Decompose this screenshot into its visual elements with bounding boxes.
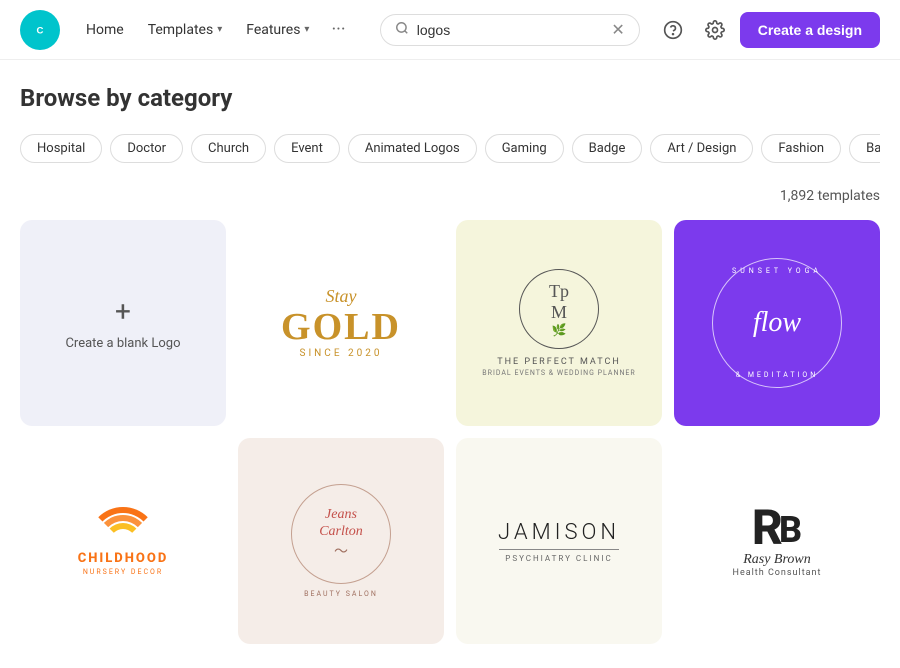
create-design-button[interactable]: Create a design [740, 12, 880, 48]
category-art-design[interactable]: Art / Design [650, 134, 753, 163]
canva-logo[interactable]: C [20, 10, 60, 50]
pm-circle: TpM 🌿 [519, 269, 599, 349]
rasy-title: Health Consultant [733, 568, 822, 578]
search-clear-button[interactable]: ✕ [611, 22, 624, 38]
pm-title: THE PERFECT MATCH [482, 357, 635, 367]
create-blank-card[interactable]: + Create a blank Logo [20, 220, 226, 426]
nav-links: Home Templates ▾ Features ▾ ··· [76, 13, 354, 46]
childhood-name: CHILDHOOD [78, 551, 169, 566]
category-church[interactable]: Church [191, 134, 266, 163]
rasy-b-letter: B [779, 512, 802, 548]
category-hospital[interactable]: Hospital [20, 134, 102, 163]
pm-subtitle: BRIDAL EVENTS & WEDDING PLANNER [482, 369, 635, 377]
perfect-match-logo: TpM 🌿 THE PERFECT MATCH BRIDAL EVENTS & … [482, 269, 635, 377]
salon-name-text: JeansCarlton [319, 507, 363, 541]
browse-title: Browse by category [20, 84, 880, 112]
salon-circle: JeansCarlton 〜 [291, 484, 391, 584]
jamison-divider [499, 549, 619, 550]
gold-text: GOLD [281, 307, 401, 349]
yoga-flow-text: flow [753, 307, 801, 339]
templates-grid: + Create a blank Logo Stay GOLD SINCE 20… [20, 220, 880, 644]
since-text: SINCE 2020 [281, 348, 401, 359]
jamison-inner: JAMISON PSYCHIATRY CLINIC [456, 438, 662, 644]
template-jeans-carlton[interactable]: JeansCarlton 〜 BEAUTY SALON [238, 438, 444, 644]
template-rasy-brown[interactable]: R B Rasy Brown Health Consultant [674, 438, 880, 644]
templates-count: 1,892 templates [20, 188, 880, 204]
yoga-inner: SUNSET YOGA flow & MEDITATION [674, 220, 880, 426]
features-chevron-icon: ▾ [304, 24, 309, 35]
yoga-logo: SUNSET YOGA flow & MEDITATION [712, 258, 842, 388]
salon-leaf-icon: 〜 [334, 541, 348, 561]
nav-templates[interactable]: Templates ▾ [138, 16, 233, 44]
blank-label: Create a blank Logo [65, 336, 180, 351]
stay-text: Stay [281, 287, 401, 307]
rainbow-icon [88, 507, 158, 547]
nav-features[interactable]: Features ▾ [236, 16, 319, 44]
header: C Home Templates ▾ Features ▾ ··· ✕ [0, 0, 900, 60]
jamison-name-text: JAMISON [498, 520, 620, 545]
svg-text:C: C [37, 25, 44, 36]
category-animated-logos[interactable]: Animated Logos [348, 134, 477, 163]
categories-row: Hospital Doctor Church Event Animated Lo… [20, 132, 880, 172]
childhood-logo: CHILDHOOD NURSERY DECOR [78, 507, 169, 576]
template-stay-gold[interactable]: Stay GOLD SINCE 2020 [238, 220, 444, 426]
blank-card-inner: + Create a blank Logo [20, 220, 226, 426]
help-button[interactable] [656, 13, 690, 47]
templates-chevron-icon: ▾ [217, 24, 222, 35]
yoga-circle: SUNSET YOGA flow & MEDITATION [712, 258, 842, 388]
salon-subtitle: BEAUTY SALON [291, 590, 391, 598]
template-childhood[interactable]: CHILDHOOD NURSERY DECOR [20, 438, 226, 644]
category-band[interactable]: Band [849, 134, 880, 163]
rasy-logo: R B Rasy Brown Health Consultant [733, 504, 822, 578]
header-icons: Create a design [656, 12, 880, 48]
category-gaming[interactable]: Gaming [485, 134, 564, 163]
template-sunset-yoga[interactable]: SUNSET YOGA flow & MEDITATION [674, 220, 880, 426]
rasy-initials: R B [733, 504, 822, 552]
main-content: Browse by category Hospital Doctor Churc… [0, 60, 900, 668]
settings-button[interactable] [698, 13, 732, 47]
rasy-name-text: Rasy Brown [733, 552, 822, 568]
yoga-arc-top-text: SUNSET YOGA [732, 267, 822, 275]
jamison-logo: JAMISON PSYCHIATRY CLINIC [498, 520, 620, 563]
search-bar[interactable]: ✕ [380, 14, 640, 46]
search-icon [395, 21, 409, 39]
template-perfect-match[interactable]: TpM 🌿 THE PERFECT MATCH BRIDAL EVENTS & … [456, 220, 662, 426]
stay-gold-logo: Stay GOLD SINCE 2020 [281, 287, 401, 360]
more-menu-button[interactable]: ··· [323, 13, 353, 46]
salon-inner: JeansCarlton 〜 BEAUTY SALON [238, 438, 444, 644]
category-fashion[interactable]: Fashion [761, 134, 841, 163]
childhood-inner: CHILDHOOD NURSERY DECOR [20, 438, 226, 644]
yoga-arc-bottom-text: & MEDITATION [736, 371, 819, 379]
pm-leaf-icon: 🌿 [552, 323, 567, 337]
jamison-subtitle: PSYCHIATRY CLINIC [498, 554, 620, 563]
pm-initials: TpM [549, 281, 569, 323]
category-badge[interactable]: Badge [572, 134, 643, 163]
childhood-subtitle: NURSERY DECOR [78, 568, 169, 576]
search-input[interactable] [417, 22, 604, 38]
rasy-inner: R B Rasy Brown Health Consultant [674, 438, 880, 644]
category-event[interactable]: Event [274, 134, 340, 163]
category-doctor[interactable]: Doctor [110, 134, 183, 163]
salon-logo: JeansCarlton 〜 BEAUTY SALON [291, 484, 391, 598]
plus-icon: + [115, 295, 131, 328]
template-jamison[interactable]: JAMISON PSYCHIATRY CLINIC [456, 438, 662, 644]
perfect-match-inner: TpM 🌿 THE PERFECT MATCH BRIDAL EVENTS & … [456, 220, 662, 426]
nav-home[interactable]: Home [76, 16, 134, 44]
stay-gold-inner: Stay GOLD SINCE 2020 [238, 220, 444, 426]
